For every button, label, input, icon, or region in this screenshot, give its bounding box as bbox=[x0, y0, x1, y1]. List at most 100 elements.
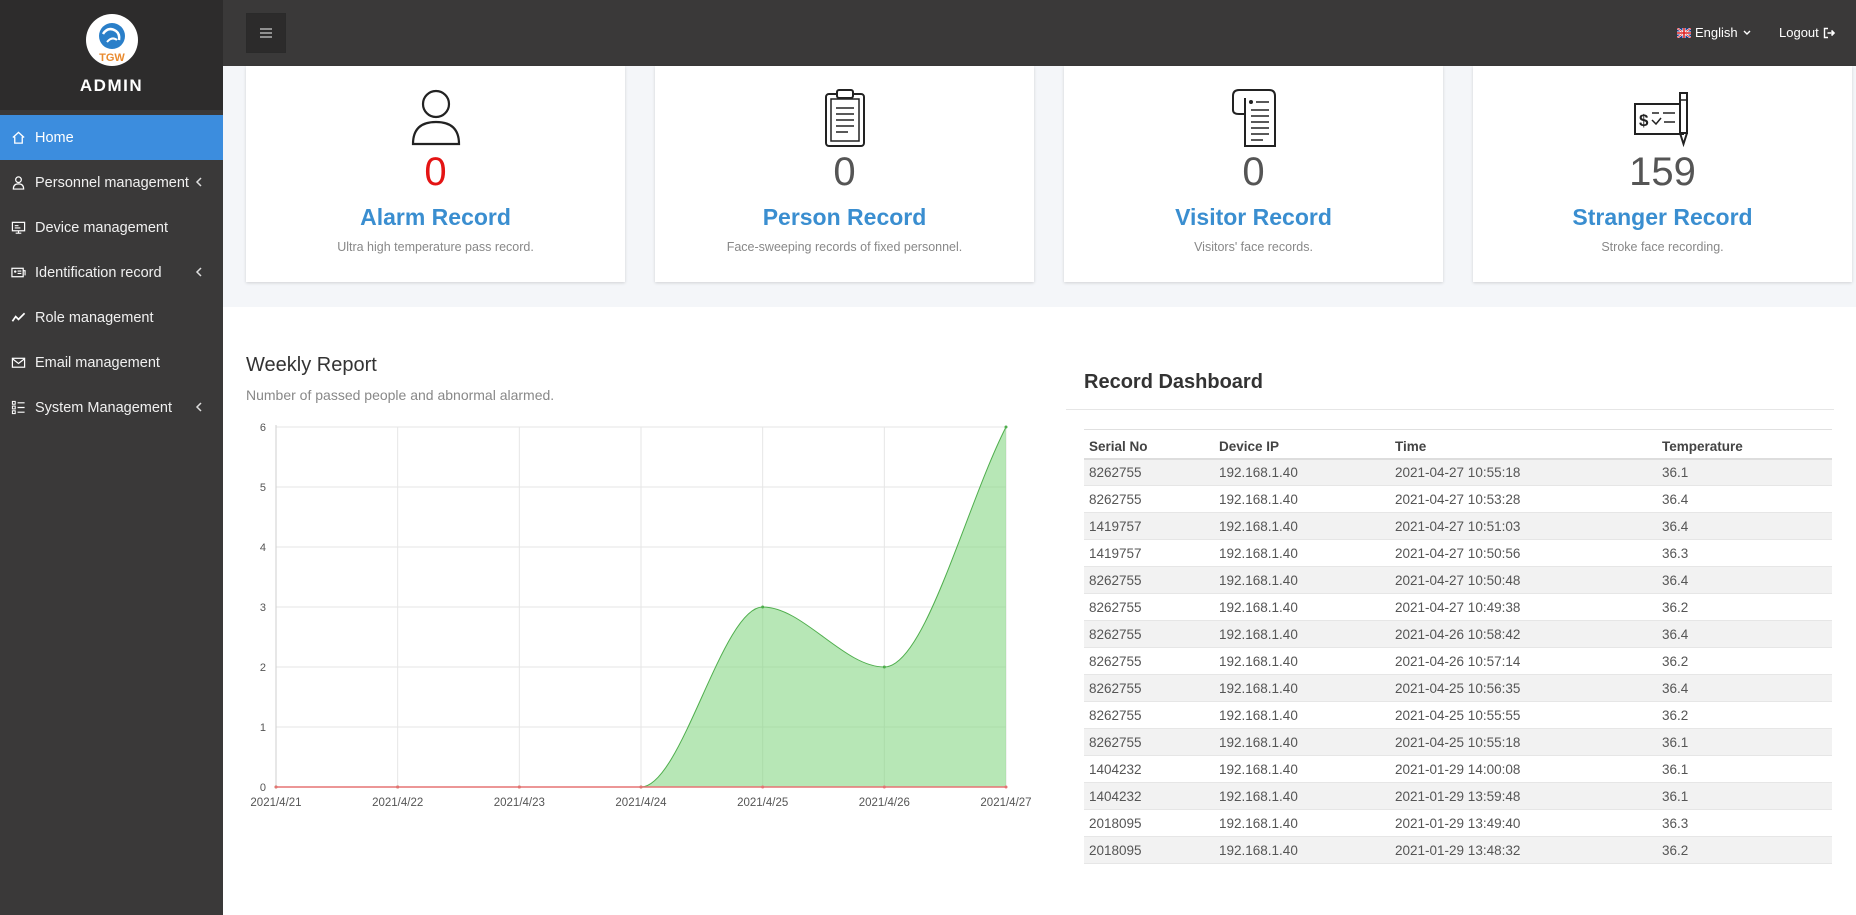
table-cell: 36.4 bbox=[1657, 485, 1832, 513]
uk-flag-icon bbox=[1677, 27, 1691, 38]
table-cell: 36.1 bbox=[1657, 782, 1832, 810]
logo[interactable]: TGW bbox=[85, 14, 138, 66]
table-row: 1419757 192.168.1.40 2021-04-27 10:51:03 36… bbox=[1084, 512, 1832, 540]
svg-text:TGW: TGW bbox=[99, 52, 125, 64]
x-tick-label: 2021/4/22 bbox=[372, 797, 423, 809]
table-row: 8262755 192.168.1.40 2021-04-25 10:56:35 36… bbox=[1084, 674, 1832, 702]
table-cell: 2018095 bbox=[1084, 809, 1214, 837]
alarm-record-title: Alarm Record bbox=[360, 204, 511, 230]
table-cell: 36.4 bbox=[1657, 512, 1832, 540]
language-dropdown[interactable]: English bbox=[1677, 25, 1752, 40]
sidebar-item-personnel[interactable]: Personnel management bbox=[0, 160, 223, 205]
table-cell: 192.168.1.40 bbox=[1214, 755, 1390, 783]
language-label: English bbox=[1695, 25, 1738, 40]
table-cell: 8262755 bbox=[1084, 701, 1214, 729]
data-point bbox=[1004, 425, 1008, 429]
table-cell: 192.168.1.40 bbox=[1214, 620, 1390, 648]
weekly-report-title: Weekly Report bbox=[246, 354, 377, 376]
table-cell: 2021-01-29 14:00:08 bbox=[1390, 755, 1657, 783]
table-cell: 36.3 bbox=[1657, 809, 1832, 837]
chevron-left-icon bbox=[195, 177, 202, 187]
table-cell: 36.2 bbox=[1657, 593, 1832, 621]
table-cell: 2021-04-27 10:50:56 bbox=[1390, 539, 1657, 567]
table-cell: 192.168.1.40 bbox=[1214, 728, 1390, 756]
y-tick-label: 5 bbox=[260, 482, 266, 494]
brand-name: ADMIN bbox=[79, 76, 144, 95]
alarm-record-count: 0 bbox=[424, 150, 447, 194]
sidebar-toggle-button[interactable] bbox=[246, 13, 286, 53]
data-point bbox=[639, 785, 643, 789]
settings-list-icon bbox=[10, 400, 26, 416]
table-row: 2018095 192.168.1.40 2021-01-29 13:48:32 36… bbox=[1084, 836, 1832, 864]
visitor-record-card[interactable]: 0 Visitor Record Visitors' face records. bbox=[1064, 66, 1443, 282]
sidebar-item-role[interactable]: Role management bbox=[0, 295, 223, 340]
sidebar-item-label: Role management bbox=[35, 309, 154, 326]
record-dashboard-title: Record Dashboard bbox=[1084, 371, 1263, 393]
x-tick-label: 2021/4/21 bbox=[250, 797, 301, 809]
alarm-record-card[interactable]: 0 Alarm Record Ultra high temperature pa… bbox=[246, 66, 625, 282]
logout-button[interactable]: Logout bbox=[1779, 25, 1836, 40]
table-cell: 192.168.1.40 bbox=[1214, 674, 1390, 702]
weekly-report-subtitle: Number of passed people and abnormal ala… bbox=[246, 387, 555, 403]
data-point bbox=[882, 665, 886, 669]
table-cell: 8262755 bbox=[1084, 674, 1214, 702]
data-point bbox=[517, 785, 521, 789]
table-cell: 36.4 bbox=[1657, 620, 1832, 648]
table-cell: 8262755 bbox=[1084, 620, 1214, 648]
record-dashboard-table: Serial No Device IP Time Temperature 826… bbox=[1084, 429, 1832, 864]
visitor-record-desc: Visitors' face records. bbox=[1194, 240, 1313, 254]
data-point bbox=[1004, 785, 1008, 789]
data-point bbox=[761, 605, 765, 609]
alarm-record-desc: Ultra high temperature pass record. bbox=[337, 240, 534, 254]
sidebar-item-label: Home bbox=[35, 129, 74, 146]
table-cell: 192.168.1.40 bbox=[1214, 566, 1390, 594]
sidebar-item-identification[interactable]: Identification record bbox=[0, 250, 223, 295]
table-cell: 8262755 bbox=[1084, 458, 1214, 486]
person-record-card[interactable]: 0 Person Record Face-sweeping records of… bbox=[655, 66, 1034, 282]
sidebar-item-system[interactable]: System Management bbox=[0, 385, 223, 430]
weekly-report-chart: 0 1 2 3 4 5 6 2021/4/21 2021/4/22 2021/4/23 2021/4… bbox=[250, 422, 1031, 809]
clipboard-icon bbox=[824, 89, 865, 147]
y-tick-label: 3 bbox=[260, 602, 266, 614]
y-tick-label: 6 bbox=[260, 422, 266, 434]
table-header-row: Serial No Device IP Time Temperature bbox=[1084, 429, 1832, 460]
person-record-desc: Face-sweeping records of fixed personnel… bbox=[726, 240, 963, 254]
chevron-left-icon bbox=[195, 402, 202, 412]
line-chart-icon bbox=[10, 310, 26, 326]
table-cell: 36.4 bbox=[1657, 674, 1832, 702]
column-header: Device IP bbox=[1214, 429, 1390, 460]
person-record-title: Person Record bbox=[762, 204, 927, 230]
table-cell: 8262755 bbox=[1084, 566, 1214, 594]
svg-text:$: $ bbox=[1639, 111, 1649, 130]
table-cell: 1419757 bbox=[1084, 539, 1214, 567]
logo-icon: TGW bbox=[98, 23, 125, 64]
table-cell: 2021-04-26 10:57:14 bbox=[1390, 647, 1657, 675]
table-row: 8262755 192.168.1.40 2021-04-27 10:50:48 36… bbox=[1084, 566, 1832, 594]
x-tick-label: 2021/4/27 bbox=[980, 797, 1031, 809]
sidebar-item-label: Identification record bbox=[35, 264, 162, 281]
sidebar-item-device[interactable]: Device management bbox=[0, 205, 223, 250]
table-row: 2018095 192.168.1.40 2021-01-29 13:49:40 36… bbox=[1084, 809, 1832, 837]
table-cell: 192.168.1.40 bbox=[1214, 458, 1390, 486]
sidebar-item-home[interactable]: Home bbox=[0, 115, 223, 160]
table-cell: 2021-04-27 10:51:03 bbox=[1390, 512, 1657, 540]
user-icon bbox=[10, 175, 26, 191]
table-cell: 36.2 bbox=[1657, 647, 1832, 675]
y-tick-label: 0 bbox=[260, 782, 266, 794]
table-cell: 2021-04-27 10:53:28 bbox=[1390, 485, 1657, 513]
y-tick-label: 1 bbox=[260, 722, 266, 734]
sidebar-item-label: Device management bbox=[35, 219, 168, 236]
data-point bbox=[761, 785, 765, 789]
envelope-icon bbox=[10, 355, 26, 371]
divider bbox=[1066, 409, 1834, 410]
person-icon bbox=[411, 89, 460, 146]
sidebar-menu: Home Personnel management Device managem… bbox=[0, 115, 223, 430]
sidebar-item-email[interactable]: Email management bbox=[0, 340, 223, 385]
table-cell: 2021-01-29 13:59:48 bbox=[1390, 782, 1657, 810]
table-cell: 192.168.1.40 bbox=[1214, 593, 1390, 621]
stranger-record-card[interactable]: $ 159 Stranger Record Stroke face record… bbox=[1473, 66, 1852, 282]
visitor-record-title: Visitor Record bbox=[1175, 204, 1332, 230]
table-cell: 1419757 bbox=[1084, 512, 1214, 540]
stranger-record-desc: Stroke face recording. bbox=[1601, 240, 1724, 254]
y-tick-label: 2 bbox=[260, 662, 266, 674]
